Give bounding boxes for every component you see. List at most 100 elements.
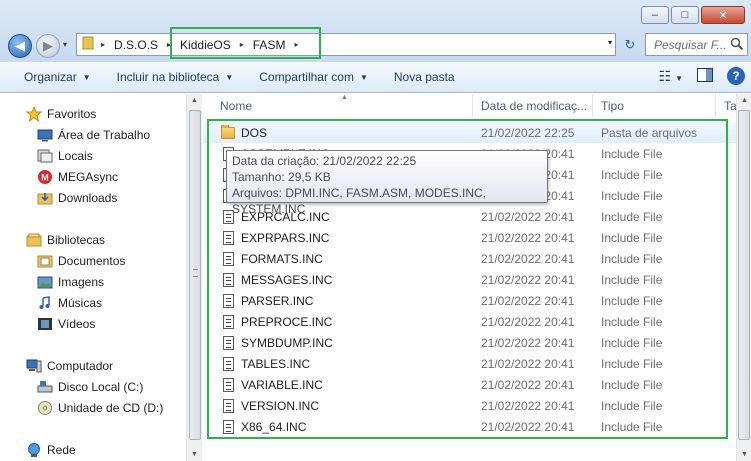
tooltip-size: Tamanho: 29,5 KB: [232, 170, 331, 184]
organize-label: Organizar: [24, 70, 77, 84]
back-button[interactable]: ◀: [8, 34, 32, 58]
view-icon: ☷: [658, 67, 672, 84]
sidebar-scroll-thumb[interactable]: [189, 110, 201, 440]
sidebar-item-label: Vídeos: [58, 316, 96, 331]
new-folder-label: Nova pasta: [393, 70, 455, 84]
sidebar-item-label: Área de Trabalho: [58, 127, 151, 142]
sidebar-item-label: Computador: [47, 358, 114, 373]
address-history-dropdown[interactable]: ▾: [608, 38, 612, 47]
forward-button[interactable]: ▶: [36, 34, 60, 58]
search-placeholder: Pesquisar F...: [654, 37, 727, 52]
share-label: Compartilhar com: [259, 70, 354, 84]
sidebar-item-label: Rede: [47, 442, 76, 457]
tooltip-created: Data da criação: 21/02/2022 22:25: [232, 154, 417, 168]
navigation-bar: ‒ □ ✕ ◀ ▶ ▾ ▸ D.S.O.S ▸ KiddieOS ▸ FASM …: [0, 0, 751, 62]
svg-text:M: M: [41, 172, 49, 182]
folder-tooltip: Data da criação: 21/02/2022 22:25 Tamanh…: [226, 150, 548, 216]
file-list-scrollbar[interactable]: ▲ ▼: [736, 94, 751, 461]
sidebar-item-network[interactable]: Rede: [26, 439, 76, 460]
sidebar-item-label: Disco Local (C:): [58, 379, 144, 394]
sidebar-item-music[interactable]: Músicas: [37, 292, 102, 313]
sidebar-item-megasync[interactable]: M MEGAsync: [37, 166, 118, 187]
back-arrow-icon: ◀: [15, 38, 25, 53]
cd-drive-icon: [37, 400, 53, 416]
highlight-box-address: [170, 27, 321, 59]
images-icon: [37, 274, 53, 290]
change-view-button[interactable]: ☷ ▼: [659, 68, 683, 85]
address-bar[interactable]: ▸ D.S.O.S ▸ KiddieOS ▸ FASM ▸ ▾: [76, 33, 616, 56]
music-icon: [37, 295, 53, 311]
downloads-folder-icon: [37, 190, 53, 206]
documents-icon: [37, 253, 53, 269]
organize-button[interactable]: Organizar ▼: [0, 62, 104, 92]
window-controls: ‒ □ ✕: [641, 6, 745, 24]
sidebar-item-computer[interactable]: Computador: [26, 355, 113, 376]
network-icon: [26, 442, 42, 458]
scroll-down-arrow-icon[interactable]: ▼: [741, 451, 748, 458]
column-header-type[interactable]: Tipo: [593, 94, 716, 117]
command-toolbar: Organizar ▼ Incluir na biblioteca ▼ Compar…: [0, 62, 751, 93]
chevron-down-icon: ▼: [225, 72, 234, 82]
file-list-scroll-thumb[interactable]: [738, 110, 750, 440]
libraries-icon: [26, 232, 42, 248]
include-library-label: Incluir na biblioteca: [116, 70, 220, 84]
preview-pane-icon: [697, 67, 713, 82]
search-input[interactable]: Pesquisar F...: [645, 33, 748, 56]
mega-icon: M: [37, 169, 53, 185]
new-folder-button[interactable]: Nova pasta: [381, 62, 468, 92]
sidebar-item-label: Unidade de CD (D:): [58, 400, 164, 415]
sidebar-item-documents[interactable]: Documentos: [37, 250, 125, 271]
maximize-button[interactable]: □: [671, 6, 699, 24]
refresh-button[interactable]: ↻: [619, 33, 641, 56]
preview-pane-button[interactable]: [697, 67, 713, 85]
sidebar-item-downloads[interactable]: Downloads: [37, 187, 117, 208]
help-button[interactable]: ?: [727, 67, 745, 85]
forward-arrow-icon: ▶: [43, 38, 53, 53]
hard-drive-icon: [37, 379, 53, 395]
column-header-date[interactable]: Data de modificaç...: [473, 94, 593, 117]
chevron-down-icon: ▼: [359, 72, 368, 82]
sidebar-scrollbar[interactable]: ▲ ▼: [186, 94, 202, 461]
tooltip-files: Arquivos: DPMI.INC, FASM.ASM, MODES.INC,…: [232, 186, 487, 216]
recent-places-icon: [37, 148, 53, 164]
chevron-down-icon: ▼: [82, 72, 91, 82]
videos-icon: [37, 316, 53, 332]
sidebar-item-label: Favoritos: [47, 106, 97, 121]
column-headers: Nome Data de modificaç... Tipo Ta: [203, 94, 736, 117]
sidebar-item-images[interactable]: Imagens: [37, 271, 104, 292]
sidebar-item-label: Bibliotecas: [47, 232, 106, 247]
column-header-name[interactable]: Nome: [203, 94, 473, 117]
breadcrumb-dsos[interactable]: D.S.O.S: [110, 34, 162, 55]
sidebar-item-label: Imagens: [58, 274, 105, 289]
toolbar-right-group: ☷ ▼ ?: [659, 67, 745, 85]
scroll-up-arrow-icon[interactable]: ▲: [191, 97, 198, 104]
desktop-icon: [37, 127, 53, 143]
star-icon: [26, 105, 42, 122]
sidebar-item-label: MEGAsync: [58, 169, 119, 184]
sidebar-item-label: Músicas: [58, 295, 103, 310]
sidebar-item-cd-drive[interactable]: Unidade de CD (D:): [37, 397, 163, 418]
refresh-icon: ↻: [624, 36, 636, 52]
recent-pages-dropdown[interactable]: ▾: [63, 40, 67, 49]
minimize-button[interactable]: ‒: [641, 6, 669, 24]
sidebar-item-local-disk[interactable]: Disco Local (C:): [37, 376, 143, 397]
sidebar-item-favorites[interactable]: Favoritos: [26, 103, 96, 124]
close-button[interactable]: ✕: [701, 6, 745, 24]
scroll-down-arrow-icon[interactable]: ▼: [191, 451, 198, 458]
breadcrumb-separator[interactable]: ▸: [96, 40, 110, 49]
sidebar-item-label: Documentos: [58, 253, 126, 268]
sidebar-item-label: Downloads: [58, 190, 118, 205]
scroll-up-arrow-icon[interactable]: ▲: [741, 97, 748, 104]
navigation-pane: Favoritos Área de Trabalho Locais M MEGA…: [0, 94, 186, 461]
share-with-button[interactable]: Compartilhar com ▼: [246, 62, 381, 92]
sidebar-item-label: Locais: [58, 148, 93, 163]
sidebar-item-locais[interactable]: Locais: [37, 145, 93, 166]
sidebar-item-libraries[interactable]: Bibliotecas: [26, 229, 105, 250]
column-header-size[interactable]: Ta: [716, 94, 736, 117]
search-icon: [730, 37, 744, 54]
include-in-library-button[interactable]: Incluir na biblioteca ▼: [104, 62, 247, 92]
sidebar-item-desktop[interactable]: Área de Trabalho: [37, 124, 150, 145]
folder-icon: [82, 36, 94, 53]
sidebar-item-videos[interactable]: Vídeos: [37, 313, 95, 334]
sort-ascending-icon: ▲: [341, 94, 348, 101]
